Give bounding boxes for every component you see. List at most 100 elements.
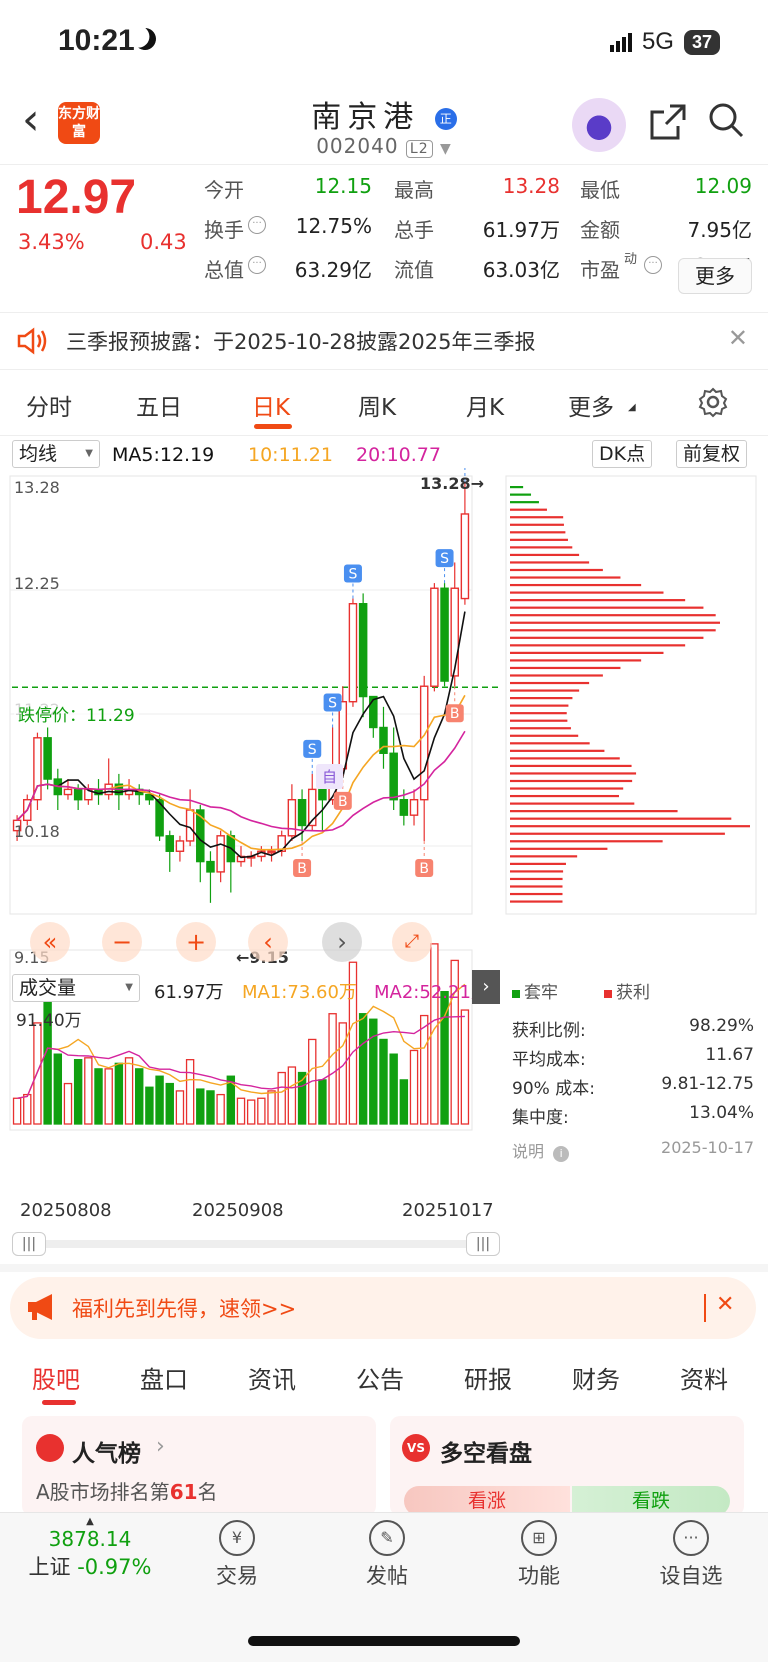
chip-note[interactable]: 说明 i <box>512 1138 570 1162</box>
chip-bar-profit <box>510 892 563 896</box>
chip-stat-label: 获利比例: <box>512 1021 586 1041</box>
tab-3[interactable]: 周K <box>358 388 396 422</box>
quote-label: 总手 <box>394 218 434 242</box>
chip-bar-trapped <box>510 486 524 489</box>
candle-body <box>165 835 175 852</box>
candle-body <box>206 860 215 873</box>
gear-icon[interactable] <box>697 386 729 418</box>
sell-marker-label: S <box>349 567 358 583</box>
indicator-select[interactable]: 均线 ▼ <box>12 440 100 468</box>
candle-body <box>430 587 439 687</box>
search-icon[interactable] <box>708 102 744 138</box>
chip-bar-profit <box>510 734 579 737</box>
chip-bar-profit <box>510 855 578 858</box>
chip-bar-profit <box>510 840 663 843</box>
candle-body <box>73 788 83 801</box>
close-icon[interactable]: ✕ <box>728 324 748 352</box>
chevron-down-icon: ▼ <box>440 141 452 157</box>
megaphone-icon <box>28 1294 52 1320</box>
tab-4[interactable]: 月K <box>466 388 504 422</box>
slider-handle-right[interactable]: ||| <box>466 1232 500 1256</box>
bullbear-title: 多空看盘 <box>440 1441 532 1467</box>
chip-bar-profit <box>510 674 603 677</box>
content-tab-1[interactable]: 盘口 <box>140 1360 188 1395</box>
prev-icon[interactable]: ‹ <box>248 922 288 962</box>
nav-item-2[interactable]: ⊞ 功能 <box>484 1520 594 1590</box>
range-slider[interactable] <box>12 1240 500 1248</box>
volume-bar <box>328 1013 337 1125</box>
tab-0[interactable]: 分时 <box>26 388 72 422</box>
content-tab-3[interactable]: 公告 <box>356 1360 404 1395</box>
adjust-button[interactable]: 前复权 <box>676 440 748 468</box>
tab-1[interactable]: 五日 <box>136 388 182 422</box>
candle-body <box>318 788 327 801</box>
chip-bar-profit <box>510 583 642 587</box>
divider <box>704 1294 706 1322</box>
stock-name-text: 南京港 <box>311 100 420 135</box>
chip-bar-profit <box>510 847 608 850</box>
chip-bar-profit <box>510 561 590 564</box>
quote-value: 7.95亿 <box>687 218 752 242</box>
content-tab-6[interactable]: 资料 <box>680 1360 728 1395</box>
candle-body <box>399 798 409 816</box>
chip-bar-profit <box>510 885 563 888</box>
trap-price-label: 跌停价：11.29 <box>14 701 139 726</box>
quote-label: 金额 <box>580 218 620 242</box>
assistant-robot-icon[interactable] <box>572 98 626 152</box>
chip-stat-value: 13.04% <box>689 1103 754 1123</box>
tab-2[interactable]: 日K <box>252 388 290 422</box>
share-icon[interactable] <box>648 102 688 142</box>
nav-item-0[interactable]: ¥ 交易 <box>182 1520 292 1590</box>
notice-text[interactable]: 三季报预披露：于2025-10-28披露2025年三季报 <box>66 326 535 356</box>
chip-stat-value: 9.81-12.75 <box>661 1074 754 1094</box>
candle-body <box>175 840 185 852</box>
change-percent: 3.43% <box>18 230 85 254</box>
ma5-line <box>16 611 466 859</box>
nav-item-3[interactable]: ··· 设自选 <box>636 1520 746 1590</box>
chip-bar-profit <box>510 825 750 828</box>
more-info-icon[interactable]: ··· <box>644 256 662 274</box>
more-info-icon[interactable]: ··· <box>248 256 266 274</box>
fullscreen-icon[interactable]: ⤢ <box>392 922 432 962</box>
volume-select[interactable]: 成交量 ▼ <box>12 974 140 1002</box>
chip-bar-profit <box>510 757 620 760</box>
chip-bar-profit <box>510 742 590 745</box>
scroll-left-icon[interactable]: « <box>30 922 70 962</box>
volume-select-label: 成交量 <box>19 977 77 999</box>
slider-handle-left[interactable]: ||| <box>12 1232 46 1256</box>
quote-value: 63.29亿 <box>294 258 372 282</box>
expand-icon[interactable]: › <box>472 970 500 1004</box>
quote-label: 今开 <box>204 178 244 202</box>
chip-bar-profit <box>510 787 624 790</box>
kline-chart[interactable]: BSSBSBBSS <box>0 468 768 1258</box>
chip-bar-profit <box>510 900 563 903</box>
welfare-text[interactable]: 福利先到先得，速领>> <box>72 1293 296 1323</box>
tab-5[interactable]: 更多 <box>568 388 614 422</box>
more-info-icon[interactable]: ··· <box>248 216 266 234</box>
volume-bar <box>53 1053 63 1125</box>
content-tab-2[interactable]: 资讯 <box>248 1360 296 1395</box>
next-icon[interactable]: › <box>322 922 362 962</box>
buy-marker-label: B <box>419 861 429 877</box>
date-label: 20250808 <box>20 1200 112 1221</box>
nav-item-1[interactable]: ✎ 发帖 <box>332 1520 442 1590</box>
index-row: 上证 -0.97% <box>20 1551 160 1581</box>
legend-profit-swatch <box>604 990 612 998</box>
zoom-in-icon[interactable]: + <box>176 922 216 962</box>
add-watchlist-icon: ··· <box>673 1520 709 1556</box>
chip-bar-profit <box>510 591 664 594</box>
content-tab-4[interactable]: 研报 <box>464 1360 512 1395</box>
popularity-rank: A股市场排名第61名 <box>36 1476 218 1505</box>
content-tab-0[interactable]: 股吧 <box>32 1360 80 1395</box>
chip-bar-profit <box>510 614 716 617</box>
zoom-out-icon[interactable]: − <box>102 922 142 962</box>
content-tab-5[interactable]: 财务 <box>572 1360 620 1395</box>
index-widget[interactable]: ▲ 3878.14 上证 -0.97% <box>20 1516 160 1581</box>
chip-bar-profit <box>510 599 686 602</box>
nav-item-label: 交易 <box>216 1564 258 1588</box>
volume-ma2: MA2:52.21万 <box>374 982 480 1003</box>
candle-body <box>267 850 276 854</box>
more-button[interactable]: 更多 <box>678 258 752 294</box>
dk-point-button[interactable]: DK点 <box>592 440 653 468</box>
close-icon[interactable]: ✕ <box>716 1292 734 1317</box>
